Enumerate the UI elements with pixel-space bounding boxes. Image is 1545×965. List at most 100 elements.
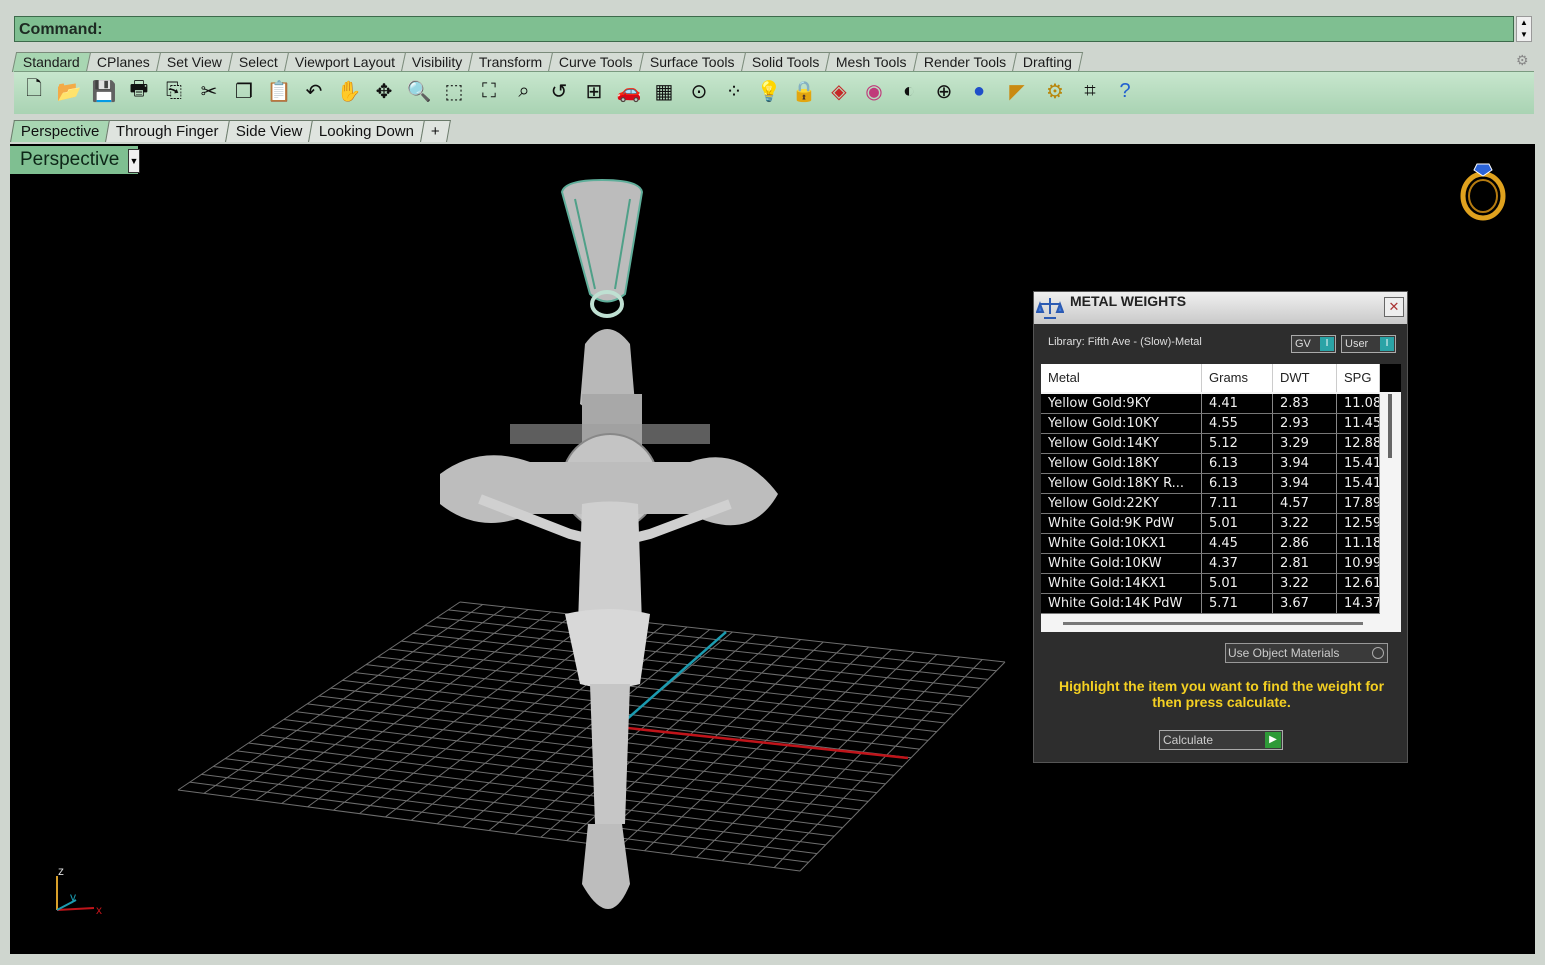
new-file-icon[interactable]: 🗋 (20, 77, 48, 105)
viewport-menu-dropdown[interactable]: ▼ (128, 149, 140, 173)
lightbulb-icon[interactable]: 💡 (755, 77, 783, 105)
cplane-icon[interactable]: ⊙ (685, 77, 713, 105)
table-cell: White Gold:14K PdW (1041, 594, 1202, 613)
close-icon[interactable]: ✕ (1384, 297, 1404, 317)
scale-icon (1036, 298, 1064, 319)
print-icon[interactable]: 🖶 (125, 77, 153, 105)
table-row[interactable]: White Gold:10KW 4.37 2.81 10.99 (1041, 554, 1380, 574)
paste-icon[interactable]: 📋 (265, 77, 293, 105)
zoom-extents-icon[interactable]: ⛶ (475, 77, 503, 105)
col-grams[interactable]: Grams (1202, 364, 1273, 392)
table-row[interactable]: Yellow Gold:22KY 7.11 4.57 17.89 (1041, 494, 1380, 514)
toolbar-tab-select[interactable]: Select (227, 52, 289, 72)
panel-title: METAL WEIGHTS (1070, 293, 1187, 309)
gizmo-x (56, 907, 95, 911)
import-icon[interactable]: ⎘ (160, 77, 188, 105)
table-cell: 6.13 (1202, 454, 1273, 473)
table-row[interactable]: Yellow Gold:9KY 4.41 2.83 11.08 (1041, 394, 1380, 414)
grid-plane-icon[interactable]: ▦ (650, 77, 678, 105)
toolbar-tab-surface-tools[interactable]: Surface Tools (638, 52, 746, 72)
table-row[interactable]: White Gold:10KX1 4.45 2.86 11.18 (1041, 534, 1380, 554)
gv-indicator-icon: I (1320, 337, 1334, 351)
save-icon[interactable]: 💾 (90, 77, 118, 105)
table-row[interactable]: Yellow Gold:10KY 4.55 2.93 11.45 (1041, 414, 1380, 434)
toolbar-tab-mesh-tools[interactable]: Mesh Tools (824, 52, 918, 72)
table-cell: 4.37 (1202, 554, 1273, 573)
table-cell: Yellow Gold:18KY (1041, 454, 1202, 473)
table-row[interactable]: White Gold:14K PdW 5.71 3.67 14.37 (1041, 594, 1380, 614)
horizontal-scrollbar[interactable] (1063, 622, 1363, 625)
viewport-tab-side-view[interactable]: Side View (224, 120, 314, 142)
table-row[interactable]: Yellow Gold:18KY R... 6.13 3.94 15.41 (1041, 474, 1380, 494)
metal-table: Metal Grams DWT SPG Yellow Gold:9KY 4.41 2… (1041, 364, 1401, 632)
open-folder-icon[interactable]: 📂 (55, 77, 83, 105)
grid-line (773, 659, 983, 868)
toolbar-tab-drafting[interactable]: Drafting (1011, 52, 1084, 72)
command-scroll-button[interactable]: ▲ ▼ (1516, 16, 1532, 42)
table-cell: 2.83 (1273, 394, 1337, 413)
car-icon[interactable]: 🚗 (615, 77, 643, 105)
col-metal[interactable]: Metal (1041, 364, 1202, 392)
gear-icon[interactable]: ⚙ (1516, 52, 1532, 68)
cut-icon[interactable]: ✂ (195, 77, 223, 105)
table-cell: White Gold:10KX1 (1041, 534, 1202, 553)
toolbar-tab-curve-tools[interactable]: Curve Tools (548, 52, 645, 72)
zoom-icon[interactable]: 🔍 (405, 77, 433, 105)
layer-icon[interactable]: ◈ (825, 77, 853, 105)
calculate-button[interactable]: Calculate ▶ (1159, 730, 1283, 750)
undo-view-icon[interactable]: ↺ (545, 77, 573, 105)
viewport-tab-looking-down[interactable]: Looking Down (308, 120, 426, 142)
help-icon[interactable]: ? (1111, 77, 1139, 105)
shaded-sphere-icon[interactable]: ⊕ (930, 77, 958, 105)
zoom-window-icon[interactable]: ⬚ (440, 77, 468, 105)
command-bar[interactable]: Command: (14, 16, 1514, 42)
table-cell: 10.99 (1337, 554, 1380, 573)
lock-icon[interactable]: 🔒 (790, 77, 818, 105)
table-cell: 4.57 (1273, 494, 1337, 513)
toolbar-tab-viewport-layout[interactable]: Viewport Layout (283, 52, 406, 72)
table-cell: 2.93 (1273, 414, 1337, 433)
col-spg[interactable]: SPG (1337, 364, 1380, 392)
four-viewports-icon[interactable]: ⊞ (580, 77, 608, 105)
viewport-title[interactable]: Perspective (10, 146, 138, 174)
rotate-view-icon[interactable]: ✥ (370, 77, 398, 105)
dimension-icon[interactable]: ◤ (1003, 77, 1031, 105)
table-cell: 4.45 (1202, 534, 1273, 553)
table-row[interactable]: White Gold:14KX1 5.01 3.22 12.61 (1041, 574, 1380, 594)
viewport-tab-perspective[interactable]: Perspective (10, 120, 111, 142)
table-row[interactable]: Yellow Gold:18KY 6.13 3.94 15.41 (1041, 454, 1380, 474)
toolbar-tab-render-tools[interactable]: Render Tools (912, 52, 1018, 72)
user-toggle[interactable]: User I (1341, 335, 1396, 353)
toolbar-tab-standard[interactable]: Standard (11, 52, 91, 72)
toolbar-tab-set-view[interactable]: Set View (155, 52, 233, 72)
table-row[interactable]: Yellow Gold:14KY 5.12 3.29 12.88 (1041, 434, 1380, 454)
toolbar-tab-cplanes[interactable]: CPlanes (85, 52, 161, 72)
vertical-scrollbar[interactable] (1388, 394, 1392, 458)
crucifix-pendant-model (440, 178, 778, 909)
toolbar-tab-visibility[interactable]: Visibility (400, 52, 474, 72)
standard-toolbar: 🗋 📂 💾 🖶 ⎘ ✂ ❐ 📋 ↶ ✋ ✥ 🔍 ⬚ ⛶ ⌕ ↺ ⊞ 🚗 ▦ ⊙ ⁘ 💡 🔒 ◈ ◉ ◐ ⊕ ● ◤ ⚙ ⌗? (14, 71, 1534, 114)
copy-icon[interactable]: ❐ (230, 77, 258, 105)
toolbar-tab-transform[interactable]: Transform (467, 52, 554, 72)
table-cell: 3.29 (1273, 434, 1337, 453)
wireframe-sphere-icon[interactable]: ◐ (895, 77, 923, 105)
undo-icon[interactable]: ↶ (300, 77, 328, 105)
pan-hand-icon[interactable]: ✋ (335, 77, 363, 105)
ring-logo-icon[interactable] (1450, 156, 1514, 222)
zoom-selected-icon[interactable]: ⌕ (510, 77, 538, 105)
table-cell: White Gold:10KW (1041, 554, 1202, 573)
table-row[interactable]: White Gold:9K PdW 5.01 3.22 12.59 (1041, 514, 1380, 534)
add-viewport-tab-icon[interactable]: + (420, 120, 452, 142)
col-dwt[interactable]: DWT (1273, 364, 1337, 392)
color-wheel-icon[interactable]: ◉ (860, 77, 888, 105)
settings-gear-icon[interactable]: ⚙ (1041, 77, 1069, 105)
snap-icon[interactable]: ⌗ (1076, 77, 1104, 105)
gv-toggle[interactable]: GV I (1291, 335, 1336, 353)
rendered-sphere-icon[interactable]: ● (965, 77, 993, 105)
toolbar-tab-solid-tools[interactable]: Solid Tools (740, 52, 831, 72)
points-icon[interactable]: ⁘ (720, 77, 748, 105)
table-cell: White Gold:14KX1 (1041, 574, 1202, 593)
instruction-text: Highlight the item you want to find the … (1058, 678, 1385, 710)
use-object-materials-option[interactable]: Use Object Materials (1225, 643, 1388, 663)
viewport-tab-through-finger[interactable]: Through Finger (105, 120, 230, 142)
